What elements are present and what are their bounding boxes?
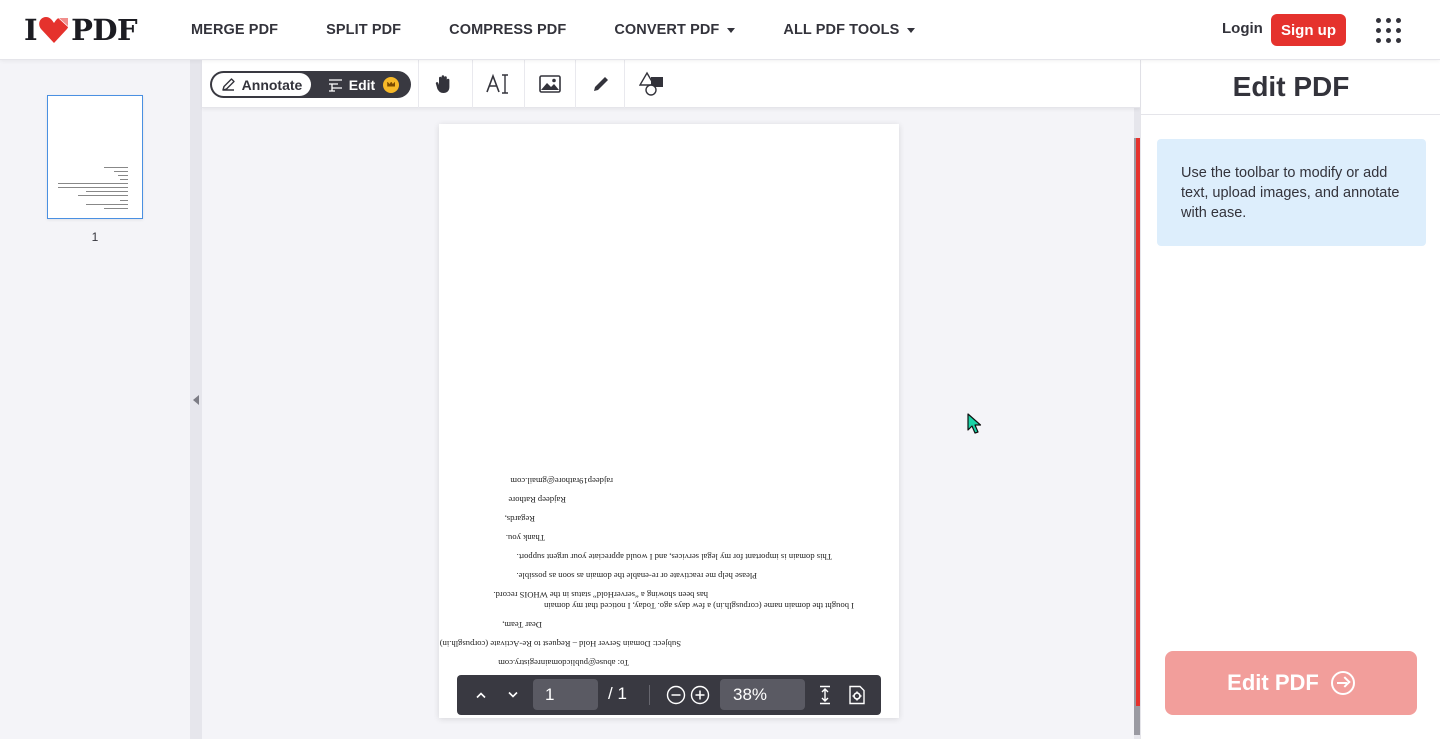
hand-icon: [435, 75, 449, 93]
nav-label: MERGE PDF: [191, 22, 279, 38]
nav-split-pdf[interactable]: SPLIT PDF: [326, 22, 401, 38]
edit-pdf-panel: Edit PDF Use the toolbar to modify or ad…: [1140, 60, 1440, 739]
signup-button[interactable]: Sign up: [1271, 14, 1346, 46]
ilovepdf-logo[interactable]: I PDF: [24, 13, 138, 47]
letter-line[interactable]: Subject: Domain Server Hold – Request to…: [440, 639, 681, 649]
draw-button[interactable]: [575, 60, 625, 108]
collapse-left-icon[interactable]: [193, 395, 199, 405]
zoom-out-button[interactable]: [665, 675, 687, 715]
image-icon: [538, 75, 561, 93]
zoom-in-icon: [690, 685, 710, 705]
logo-letter-i: I: [24, 13, 38, 47]
mode-switch[interactable]: Annotate Edit: [210, 71, 411, 98]
letter-line[interactable]: Regards,: [505, 514, 535, 524]
nav-all-pdf-tools[interactable]: ALL PDF TOOLS: [783, 22, 916, 38]
nav-label: COMPRESS PDF: [449, 22, 567, 38]
page-number-input[interactable]: 1: [533, 679, 598, 710]
pencil-icon: [221, 78, 235, 91]
main-nav: MERGE PDF SPLIT PDF COMPRESS PDF CONVERT…: [191, 0, 963, 60]
letter-line[interactable]: Dear Team,: [502, 620, 542, 630]
thumbnail-page-number: 1: [91, 230, 99, 244]
panel-title: Edit PDF: [1141, 60, 1440, 115]
zoom-in-button[interactable]: [689, 675, 711, 715]
edit-label: Edit: [348, 76, 376, 93]
fit-height-button[interactable]: [814, 675, 836, 715]
letter-line[interactable]: I bought the domain name (corpusglh.in) …: [544, 601, 854, 611]
page-thumbnails-sidebar: 1: [0, 60, 190, 739]
logo-text-pdf: PDF: [71, 13, 138, 47]
top-header: I PDF MERGE PDF SPLIT PDF COMPRESS PDF C…: [0, 0, 1440, 60]
page-content-rotated: To: abuse@publicdomainregistry.com Subje…: [439, 124, 899, 718]
letter-line[interactable]: has been showing a “serverHold” status i…: [493, 590, 708, 600]
panel-accent-edge: [1136, 138, 1140, 706]
pager-divider: [649, 685, 650, 705]
nav-label: CONVERT PDF: [614, 22, 720, 38]
letter-line[interactable]: rajdeep19rathore@gmail.com: [510, 476, 613, 486]
premium-crown-icon: [383, 76, 400, 93]
text-edit-icon: [328, 78, 342, 92]
page-settings-icon: [849, 685, 865, 705]
login-link[interactable]: Login: [1222, 20, 1263, 37]
mouse-cursor-icon: [967, 413, 982, 434]
previous-page-button[interactable]: [471, 675, 491, 715]
page-settings-button[interactable]: [846, 675, 868, 715]
annotate-label: Annotate: [241, 76, 303, 93]
add-image-button[interactable]: [524, 60, 574, 108]
pdf-page[interactable]: To: abuse@publicdomainregistry.com Subje…: [439, 124, 899, 718]
letter-line[interactable]: To: abuse@publicdomainregistry.com: [498, 658, 629, 668]
add-text-button[interactable]: [472, 60, 522, 108]
hand-tool-button[interactable]: [418, 60, 468, 108]
page-total: / 1: [608, 684, 627, 703]
heart-icon: [39, 17, 70, 43]
letter-line[interactable]: Please help me reactivate or re-enable t…: [516, 571, 757, 581]
info-box: Use the toolbar to modify or add text, u…: [1157, 139, 1426, 246]
page-navigation-bar: 1 / 1 38%: [457, 675, 881, 715]
nav-compress-pdf[interactable]: COMPRESS PDF: [449, 22, 566, 38]
shapes-icon: [638, 71, 663, 96]
next-page-button[interactable]: [503, 675, 523, 715]
letter-line[interactable]: Rajdeep Rathore: [508, 495, 566, 505]
zoom-level-input[interactable]: 38%: [720, 679, 805, 710]
zoom-out-icon: [666, 685, 686, 705]
edit-mode-button[interactable]: Edit: [318, 73, 409, 96]
pencil-icon: [593, 77, 608, 91]
edit-pdf-button[interactable]: Edit PDF: [1165, 651, 1417, 715]
annotate-mode-button[interactable]: Annotate: [212, 73, 311, 96]
text-icon: [485, 73, 508, 94]
fit-height-icon: [820, 685, 830, 705]
page-thumbnail[interactable]: [47, 95, 143, 219]
letter-line[interactable]: This domain is important for my legal se…: [517, 552, 832, 562]
shapes-button[interactable]: [624, 60, 678, 108]
edit-pdf-button-label: Edit PDF: [1227, 670, 1319, 695]
caret-down-icon: [907, 27, 916, 33]
sidebar-resize-handle[interactable]: [190, 60, 202, 739]
nav-label: ALL PDF TOOLS: [783, 22, 900, 38]
arrow-right-circle-icon: [1330, 671, 1355, 695]
chevron-down-icon: [508, 691, 518, 698]
chevron-up-icon: [476, 692, 486, 699]
apps-grid-icon[interactable]: [1376, 18, 1401, 43]
letter-line[interactable]: Thank you.: [506, 533, 545, 543]
caret-down-icon: [727, 27, 736, 33]
nav-merge-pdf[interactable]: MERGE PDF: [191, 22, 278, 38]
editor-toolbar: Annotate Edit: [202, 60, 1140, 108]
nav-label: SPLIT PDF: [326, 22, 402, 38]
nav-convert-pdf[interactable]: CONVERT PDF: [614, 22, 736, 38]
